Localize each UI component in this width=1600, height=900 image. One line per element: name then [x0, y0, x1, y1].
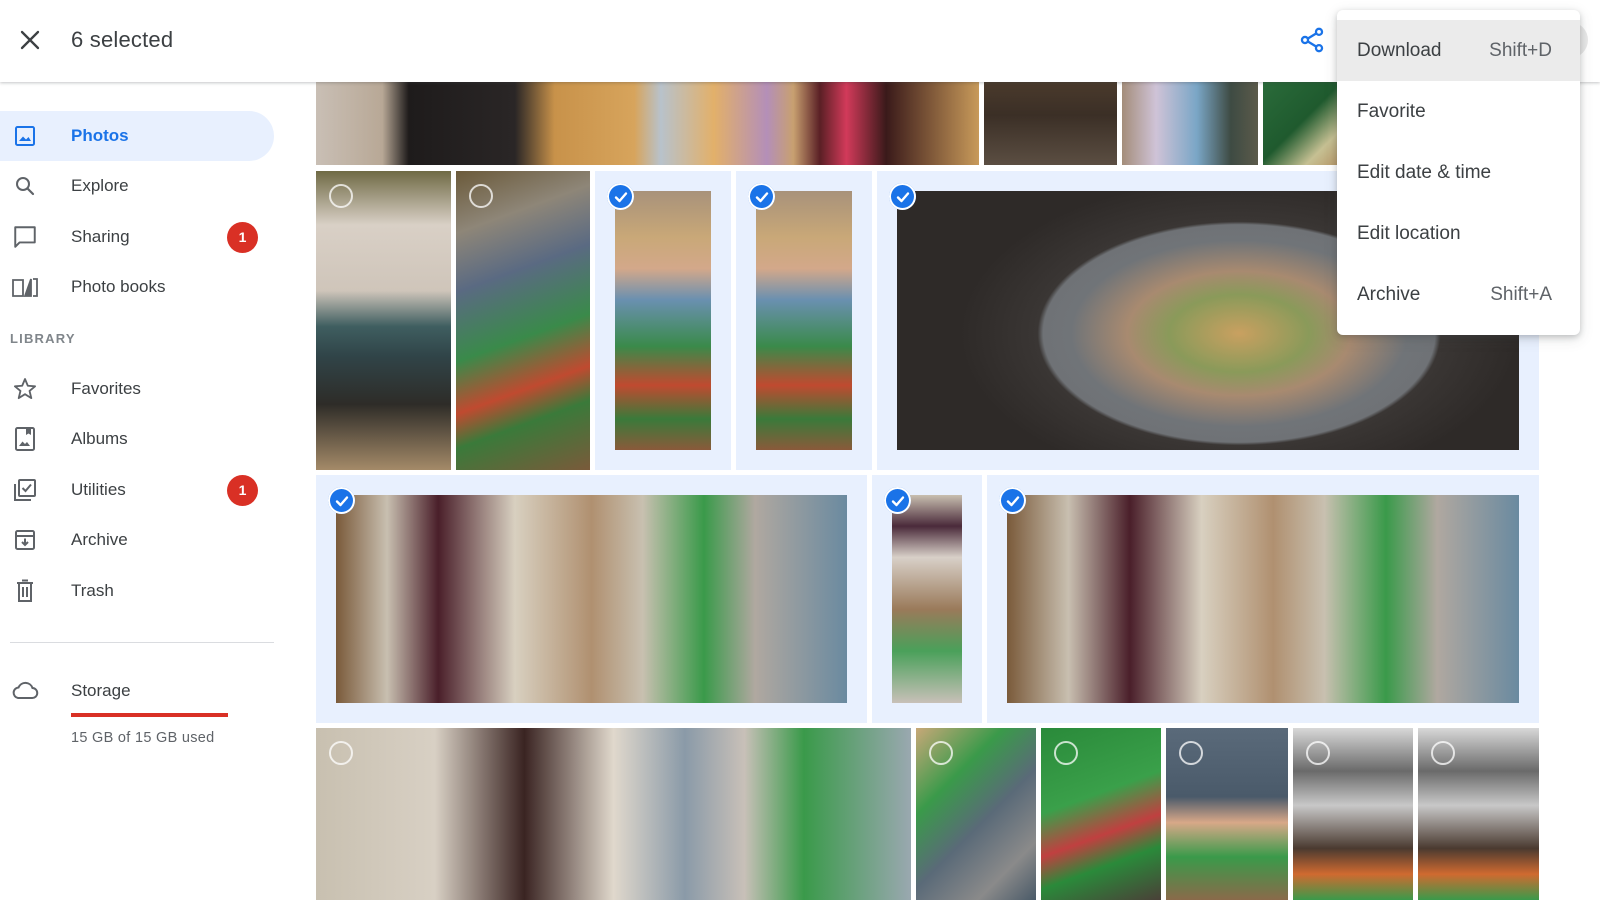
photo-tile[interactable]	[984, 82, 1117, 165]
photo-tile[interactable]	[1122, 82, 1258, 165]
search-icon	[11, 172, 39, 200]
sidebar-item-label: Archive	[71, 530, 128, 549]
photo-tile-selected[interactable]	[736, 171, 872, 470]
menu-item-shortcut: Shift+A	[1490, 283, 1552, 305]
sidebar-item-albums[interactable]: Albums	[0, 414, 274, 464]
menu-item-edit-location[interactable]: Edit location	[1337, 203, 1580, 264]
select-circle-icon[interactable]	[469, 184, 493, 208]
star-icon	[11, 375, 39, 403]
selected-check-icon[interactable]	[889, 183, 916, 210]
photo-tile[interactable]	[916, 728, 1036, 900]
photo-tile-selected[interactable]	[595, 171, 731, 470]
selected-check-icon[interactable]	[748, 183, 775, 210]
notification-badge: 1	[227, 474, 258, 506]
select-circle-icon[interactable]	[1431, 741, 1455, 765]
photo-dinner-rotated	[892, 495, 962, 703]
photo-dinner-wide-2	[1007, 495, 1519, 703]
sidebar-item-label: Sharing	[71, 227, 130, 246]
menu-item-edit-date-time[interactable]: Edit date & time	[1337, 142, 1580, 203]
trash-icon	[11, 577, 39, 605]
library-section-label: LIBRARY	[10, 331, 76, 346]
sidebar-item-explore[interactable]: Explore	[0, 161, 274, 211]
selected-check-icon[interactable]	[999, 487, 1026, 514]
photo-man-crown	[615, 191, 711, 450]
chat-bubble-icon	[11, 223, 39, 251]
sidebar-item-label: Photos	[71, 126, 129, 145]
share-icon	[1300, 27, 1324, 53]
photo-face-mask	[1122, 82, 1258, 165]
menu-item-shortcut: Shift+D	[1489, 39, 1552, 61]
photo-tile[interactable]	[1166, 728, 1288, 900]
sidebar-item-trash[interactable]: Trash	[0, 566, 274, 616]
sidebar-item-photos[interactable]: Photos	[0, 111, 274, 161]
storage-usage-fill	[71, 713, 228, 717]
sidebar-item-favorites[interactable]: Favorites	[0, 364, 274, 414]
photo-tile-selected[interactable]	[316, 475, 867, 723]
menu-item-label: Archive	[1357, 283, 1421, 305]
menu-item-label: Edit date & time	[1357, 161, 1492, 183]
sidebar-item-photo-books[interactable]: Photo books	[0, 262, 274, 312]
photo-woman-serving	[316, 728, 911, 900]
archive-icon	[11, 526, 39, 554]
utilities-icon	[11, 476, 39, 504]
photo-icon	[11, 122, 39, 150]
menu-item-label: Download	[1357, 39, 1442, 61]
storage-usage-text: 15 GB of 15 GB used	[71, 730, 215, 746]
menu-item-label: Favorite	[1357, 100, 1426, 122]
photo-tile[interactable]	[1293, 728, 1413, 900]
select-circle-icon[interactable]	[329, 184, 353, 208]
selected-check-icon[interactable]	[328, 487, 355, 514]
select-circle-icon[interactable]	[329, 741, 353, 765]
photo-tile[interactable]	[316, 82, 979, 165]
photo-woman-crown	[316, 171, 451, 470]
photo-table-cake	[316, 82, 979, 165]
select-circle-icon[interactable]	[1179, 741, 1203, 765]
selection-count: 6 selected	[71, 27, 174, 52]
close-selection-button[interactable]	[10, 20, 50, 60]
select-circle-icon[interactable]	[1054, 741, 1078, 765]
photo-tile[interactable]	[1263, 82, 1337, 165]
menu-item-label: Edit location	[1357, 222, 1461, 244]
storage-label: Storage	[71, 681, 131, 700]
storage-usage-bar	[71, 713, 228, 717]
share-button[interactable]	[1292, 20, 1332, 60]
photo-tile[interactable]	[316, 728, 911, 900]
photo-tile-selected[interactable]	[872, 475, 982, 723]
sidebar-item-label: Trash	[71, 581, 114, 600]
album-icon	[11, 425, 39, 453]
sidebar-item-archive[interactable]: Archive	[0, 515, 274, 565]
book-icon	[11, 273, 39, 301]
sidebar-item-utilities[interactable]: Utilities 1	[0, 465, 274, 515]
sidebar-item-label: Favorites	[71, 379, 141, 398]
select-circle-icon[interactable]	[1306, 741, 1330, 765]
notification-badge: 1	[227, 221, 258, 253]
sidebar-item-label: Albums	[71, 429, 128, 448]
photo-tile[interactable]	[316, 171, 451, 470]
sidebar: Photos Explore Sharing 1 Photo books LIB…	[0, 82, 300, 900]
close-icon	[20, 30, 40, 50]
photo-green-sweater	[1263, 82, 1337, 165]
sidebar-divider	[10, 642, 274, 643]
menu-item-download[interactable]: Download Shift+D	[1337, 20, 1580, 81]
photo-tile[interactable]	[1418, 728, 1539, 900]
selected-check-icon[interactable]	[884, 487, 911, 514]
sidebar-item-sharing[interactable]: Sharing 1	[0, 212, 274, 262]
menu-item-archive[interactable]: Archive Shift+A	[1337, 264, 1580, 325]
photo-tile-selected[interactable]	[987, 475, 1539, 723]
photo-man-table	[456, 171, 590, 470]
photo-dark-interior	[984, 82, 1117, 165]
sidebar-item-label: Photo books	[71, 277, 166, 296]
sidebar-item-label: Utilities	[71, 480, 126, 499]
photo-man-crown-2	[756, 191, 852, 450]
menu-item-favorite[interactable]: Favorite	[1337, 81, 1580, 142]
photo-dinner-wide	[336, 495, 847, 703]
photo-tile[interactable]	[1041, 728, 1161, 900]
google-photos-app: 6 selected Photos Explore Sharing 1 Phot…	[0, 0, 1600, 900]
cloud-icon	[11, 676, 39, 704]
selected-check-icon[interactable]	[607, 183, 634, 210]
more-options-menu: Download Shift+D Favorite Edit date & ti…	[1337, 10, 1580, 335]
photo-tile[interactable]	[456, 171, 590, 470]
select-circle-icon[interactable]	[929, 741, 953, 765]
sidebar-item-label: Explore	[71, 176, 129, 195]
